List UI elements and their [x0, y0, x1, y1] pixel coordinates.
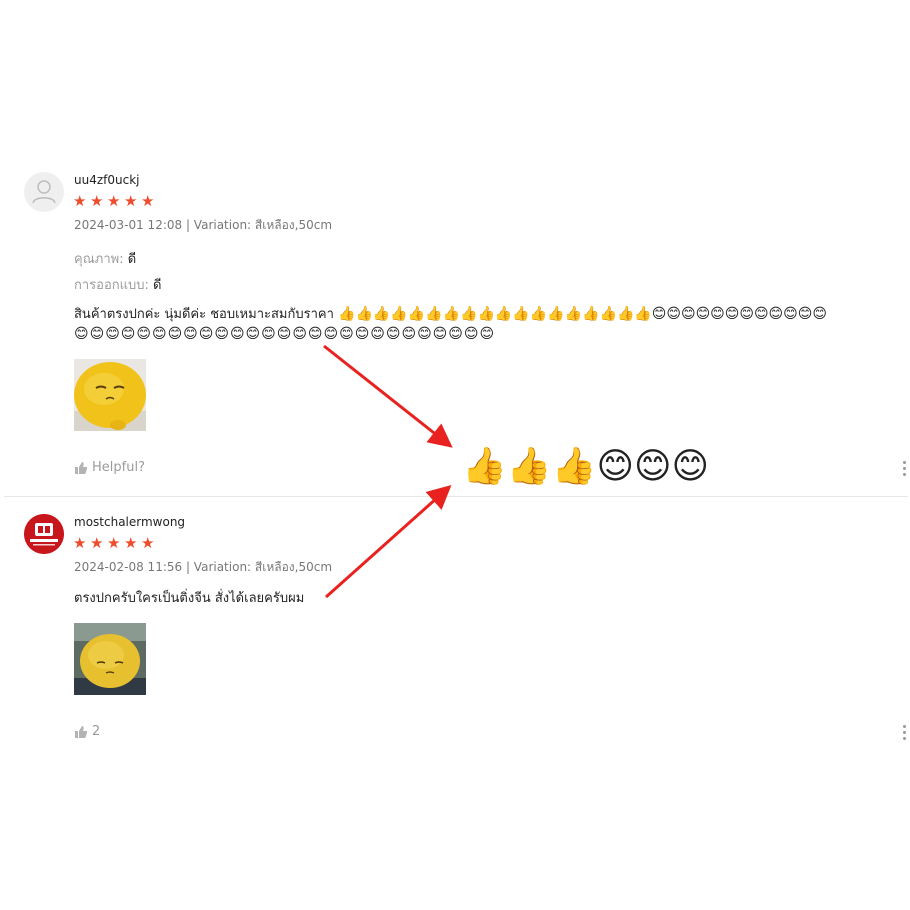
arrow-bottom [325, 485, 452, 599]
arrow-top [323, 344, 453, 448]
emoji-callout: 👍👍👍😊😊😊 [462, 446, 710, 487]
annotation-arrows [323, 344, 453, 599]
